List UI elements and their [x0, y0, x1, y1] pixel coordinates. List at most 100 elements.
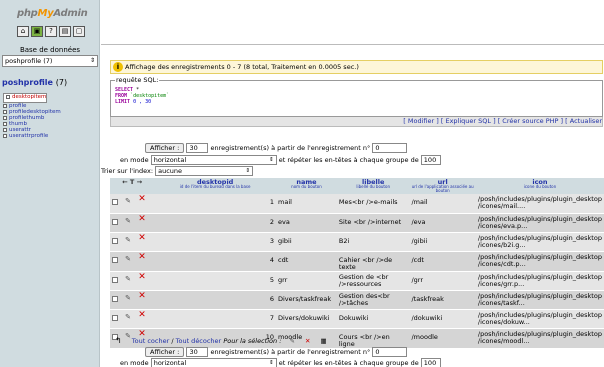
cell-icon: /posh/includes/plugins/plugin_desktop /i…: [475, 328, 604, 349]
database-title[interactable]: poshprofile (7): [2, 78, 67, 87]
cell-desktopid: 7: [154, 309, 276, 329]
cell-desktopid: 3: [154, 232, 276, 252]
table-icon[interactable]: [6, 94, 10, 99]
database-select[interactable]: poshprofile (7) ⇕: [2, 55, 98, 67]
edit-icon[interactable]: ✎: [125, 275, 131, 283]
edit-icon[interactable]: ✎: [125, 255, 131, 263]
cell-libelle: Cours <br />en ligne: [336, 328, 410, 349]
cell-url: /eva: [409, 213, 476, 233]
cell-icon: /posh/includes/plugins/plugin_desktop /i…: [475, 290, 604, 310]
table-row: ✎ ✕ 3 gibii B2i /gibii /posh/includes/pl…: [110, 232, 604, 252]
mode-row: en mode horizontal ⇕ et répéter les en-tê…: [120, 155, 441, 165]
col-desktopid[interactable]: desktopid id de l'item du bureau dans la …: [154, 178, 276, 194]
sort-arrows[interactable]: ← T →: [110, 178, 155, 194]
cell-libelle: Dokuwiki: [336, 309, 410, 329]
sort-row: Trier sur l'index: aucune ⇕: [101, 166, 254, 176]
col-libelle[interactable]: libelle libellé du bouton: [336, 178, 410, 194]
rows-input[interactable]: 30: [186, 347, 209, 357]
arrow-up-left-icon: ↰: [115, 336, 122, 345]
table-icon[interactable]: [3, 115, 7, 120]
edit-icon[interactable]: ✎: [289, 337, 294, 345]
cell-icon: /posh/includes/plugins/plugin_desktop /i…: [475, 309, 604, 329]
cell-url: /dokuwiki: [409, 309, 476, 329]
quick-icons: ⌂ ▣ ? ▤ ▢: [17, 26, 85, 37]
table-row: ✎ ✕ 6 Divers/taskfreak Gestion des<br />…: [110, 290, 604, 310]
divider: [101, 44, 604, 45]
row-checkbox[interactable]: [112, 256, 118, 263]
edit-icon[interactable]: ✎: [125, 294, 131, 302]
mode-select[interactable]: horizontal ⇕: [150, 155, 277, 165]
cell-url: /mail: [409, 194, 476, 214]
delete-icon[interactable]: ✕: [138, 195, 146, 204]
rows-input[interactable]: 30: [186, 143, 209, 153]
delete-icon[interactable]: ✕: [305, 337, 310, 345]
row-checkbox[interactable]: [112, 314, 118, 321]
check-all-link[interactable]: Tout cocher: [132, 337, 170, 345]
window-icon[interactable]: ▢: [73, 26, 85, 37]
row-checkbox[interactable]: [112, 237, 118, 244]
table-icon[interactable]: [3, 121, 7, 126]
table-icon[interactable]: [3, 127, 7, 132]
cell-libelle: Mes<br />e-mails: [336, 194, 410, 214]
chevron-down-icon: ⇕: [89, 57, 95, 64]
col-icon[interactable]: icon icone du bouton: [475, 178, 604, 194]
col-url[interactable]: url url de l'application associée au bout…: [409, 178, 476, 194]
explain-link[interactable]: [ Expliquer SQL ]: [441, 117, 496, 125]
edit-icon[interactable]: ✎: [125, 198, 131, 205]
mode-select[interactable]: horizontal ⇕: [150, 358, 277, 367]
col-name[interactable]: name nom du bouton: [276, 178, 337, 194]
table-item-desktopitem[interactable]: desktopitem: [3, 93, 48, 103]
cell-icon: /posh/includes/plugins/plugin_desktop /i…: [475, 232, 604, 252]
uncheck-all-link[interactable]: Tout décocher: [176, 337, 222, 345]
cell-libelle: Cahier <br />de texte: [336, 251, 410, 272]
table-list: desktopitem profile profiledesktopitem p…: [3, 93, 61, 139]
cell-desktopid: 5: [154, 271, 276, 291]
repeat-input[interactable]: 100: [420, 358, 441, 367]
show-button[interactable]: Afficher :: [145, 143, 185, 153]
home-icon[interactable]: ⌂: [17, 26, 29, 37]
notice-text: Affichage des enregistrements 0 - 7 (8 t…: [125, 63, 359, 71]
delete-icon[interactable]: ✕: [138, 272, 146, 281]
delete-icon[interactable]: ✕: [138, 233, 146, 242]
delete-icon[interactable]: ✕: [138, 310, 146, 319]
edit-icon[interactable]: ✎: [125, 313, 131, 321]
table-icon[interactable]: [3, 109, 7, 114]
cell-url: /taskfreak: [409, 290, 476, 310]
php-source-link[interactable]: [ Créer source PHP ]: [498, 117, 563, 125]
sql-icon[interactable]: ▣: [31, 26, 43, 37]
row-checkbox[interactable]: [112, 276, 118, 283]
edit-icon[interactable]: ✎: [125, 217, 131, 225]
chevron-down-icon: ⇕: [245, 168, 251, 174]
cell-url: /gibii: [409, 232, 476, 252]
cell-icon: /posh/includes/plugins/plugin_desktop /i…: [475, 251, 604, 272]
show-button[interactable]: Afficher :: [145, 347, 185, 357]
docs-icon[interactable]: ?: [45, 26, 57, 37]
cell-icon: /posh/includes/plugins/plugin_desktop /i…: [475, 213, 604, 233]
row-checkbox[interactable]: [112, 218, 118, 225]
cell-icon: /posh/includes/plugins/plugin_desktop /i…: [475, 194, 604, 214]
delete-icon[interactable]: ✕: [138, 252, 146, 261]
table-row: ✎ ✕ 1 mail Mes<br />e-mails /mail /posh/…: [110, 194, 604, 214]
repeat-input[interactable]: 100: [420, 155, 441, 165]
delete-icon[interactable]: ✕: [138, 214, 146, 223]
table-row: ✎ ✕ 4 cdt Cahier <br />de texte /cdt /po…: [110, 251, 604, 272]
delete-icon[interactable]: ✕: [138, 291, 146, 300]
sort-select[interactable]: aucune ⇕: [155, 166, 254, 176]
refresh-link[interactable]: [ Actualiser: [565, 117, 602, 125]
modify-link[interactable]: [ Modifier ]: [403, 117, 439, 125]
cell-name: gibii: [276, 232, 337, 252]
row-checkbox[interactable]: [112, 295, 118, 302]
start-input[interactable]: 0: [372, 143, 408, 153]
query-icon[interactable]: ▤: [59, 26, 71, 37]
edit-icon[interactable]: ✎: [125, 236, 131, 244]
show-rows-row-bottom: Afficher : 30 enregistrement(s) à partir…: [145, 347, 408, 357]
export-icon[interactable]: ▦: [321, 337, 327, 345]
table-icon[interactable]: [3, 133, 7, 138]
phpmyadmin-logo[interactable]: phpMyAdmin: [17, 8, 88, 20]
start-input[interactable]: 0: [372, 347, 408, 357]
sql-links: [ Modifier ] [ Expliquer SQL ] [ Créer s…: [110, 117, 603, 127]
table-icon[interactable]: [3, 103, 7, 108]
table-item-userattrprofile[interactable]: userattrprofile: [3, 133, 61, 139]
row-checkbox[interactable]: [112, 199, 118, 205]
top-bar: [101, 0, 604, 42]
